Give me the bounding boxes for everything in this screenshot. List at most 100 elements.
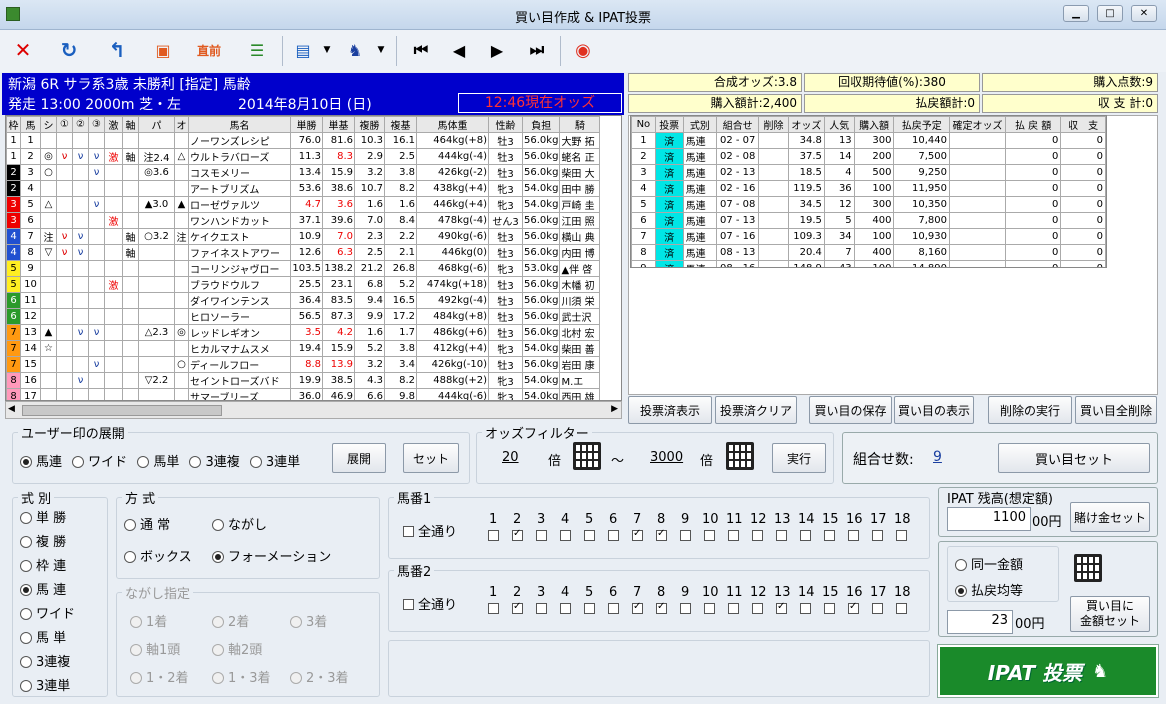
amount-input[interactable]: 23 [947,610,1013,634]
number-checkbox[interactable] [632,528,643,541]
horse-row[interactable]: 5 10 激 ブラウドウルフ 25.5 23.1 6.8 5.2 474kg(+18) 牡3 56.… [6,276,601,293]
horse-col-header[interactable]: オ [174,116,189,133]
horse-col-header[interactable]: 激 [104,116,123,133]
horse-row[interactable]: 6 12 ヒロソーラー 56.5 87.3 9.9 17.2 484kg(+8) 牡3 56.0k… [6,308,601,325]
run-filter-button[interactable]: 実行 [772,443,826,473]
houshiki-normal[interactable]: 通 常 [124,514,170,533]
screen-icon[interactable]: ▣ [146,33,180,67]
bet-col-header[interactable]: オッズ [787,116,825,133]
radio-sanrentan[interactable] [249,456,262,468]
direct-icon[interactable]: 直前 [192,33,226,67]
bet-col-header[interactable]: 投票 [654,116,684,133]
horse-col-header[interactable]: 単勝 [290,116,323,133]
calculator-icon-3[interactable] [1074,554,1102,582]
bet-col-header[interactable]: 組合せ [716,116,760,133]
number-checkbox[interactable] [536,603,547,614]
number-checkbox[interactable] [776,530,787,541]
number-checkbox[interactable] [872,603,883,614]
radio-sanrenpuku[interactable] [189,456,202,468]
number-checkbox[interactable] [824,530,835,541]
horse-table[interactable]: 枠馬シ ① ② ③ 激軸パオ馬名 単勝 単基 複勝 複基 馬体重 性齢 負担騎 1 1 ノーワンズレシピ 7… [5,115,622,401]
bet-row[interactable]: 3 済馬連 02 - 13 18.5 4 500 9,250 0 0 [631,164,1106,181]
calculator-icon[interactable] [573,442,601,470]
shiki-option[interactable]: 単 勝 [20,507,66,526]
shiki-option[interactable]: 複 勝 [20,531,66,550]
horse-col-header[interactable]: 枠 [6,116,21,133]
umaban2-all[interactable]: 全通り [403,594,457,613]
number-checkbox[interactable] [488,530,499,541]
horizontal-scrollbar[interactable]: ◀ ▶ [5,401,622,419]
horse-row[interactable]: 7 13 ▲ ν ν △2.3 ◎ レッドレギオン 3.5 4.2 1.6 1.7 486kg(+6) 牡… [6,324,601,341]
horse-col-header[interactable]: 軸 [122,116,139,133]
ipat-balance-input[interactable]: 1100 [947,507,1031,531]
prev-icon[interactable]: ◀ [442,33,476,67]
number-checkbox[interactable] [632,601,643,614]
number-checkbox[interactable] [728,530,739,541]
number-checkbox[interactable] [800,603,811,614]
bet-col-header[interactable]: 確定オッズ [948,116,1006,133]
umaban1-all[interactable]: 全通り [403,521,457,540]
odds-min-value[interactable]: 20 [502,450,519,465]
bet-col-header[interactable]: 収 支 [1060,116,1106,133]
horse-row[interactable]: 7 14 ☆ ヒカルマナムスメ 19.4 15.9 5.2 3.8 412kg(+4) 牝3 54.… [6,340,601,357]
close-window-button[interactable]: ✕ [1131,5,1157,22]
horse-col-header[interactable]: 負担 [522,116,561,133]
number-checkbox[interactable] [608,530,619,541]
bet-table[interactable]: No 投票 式別 組合せ 削除 オッズ 人気 購入額 払戻予定 確定オッズ払 戻 額収 支 1済馬… [630,115,1107,268]
horse-col-header[interactable]: 性齢 [488,116,524,133]
shiki-option[interactable]: 枠 連 [20,555,66,574]
horse-col-header[interactable]: 単基 [322,116,355,133]
first-icon[interactable]: ⏮ [404,33,438,67]
number-checkbox[interactable] [752,603,763,614]
houshiki-box[interactable]: ボックス [124,546,192,565]
horse-col-header[interactable]: 馬体重 [415,116,490,133]
ipat-logo-icon[interactable]: ◉ [566,33,600,67]
show-bets-button[interactable]: 買い目の表示 [894,396,974,424]
number-checkbox[interactable] [488,603,499,614]
horse-row[interactable]: 4 7 注 ν ν 軸 ○3.2 注ケイクエスト 10.9 7.0 2.3 2.2 490kg(-6) 牡… [6,228,601,245]
number-checkbox[interactable] [776,601,787,614]
number-checkbox[interactable] [824,603,835,614]
horse-col-header[interactable]: 複勝 [354,116,385,133]
bet-col-header[interactable]: No [631,116,656,133]
ipat-vote-button[interactable]: IPAT 投票 ♞ [937,644,1159,698]
number-checkbox[interactable] [584,603,595,614]
number-checkbox[interactable] [560,603,571,614]
bet-col-header[interactable]: 人気 [823,116,855,133]
odds-max-value[interactable]: 3000 [650,450,683,465]
shiki-option[interactable]: 馬 単 [20,627,66,646]
equal-payout-option[interactable]: 払戻均等 [955,580,1023,599]
number-checkbox[interactable] [608,603,619,614]
horse-col-header[interactable]: 馬 [20,116,41,133]
horse-row[interactable]: 8 17 サマーブリーズ 36.0 46.9 6.6 9.8 444kg(-6) 牝3 54.0k… [6,388,601,400]
horse-col-header[interactable]: パ [138,116,175,133]
set-button[interactable]: セット [403,443,459,473]
horse-col-header[interactable]: ③ [88,116,105,133]
number-checkbox[interactable] [752,530,763,541]
delete-all-button[interactable]: 買い目全削除 [1075,396,1157,424]
document-icon[interactable]: ▤ [286,33,320,67]
shiki-option[interactable]: 3連単 [20,675,70,694]
voted-show-button[interactable]: 投票済表示 [628,396,712,424]
number-checkbox[interactable] [656,528,667,541]
bet-row[interactable]: 7 済馬連 07 - 16 109.3 34 100 10,930 0 0 [631,228,1106,245]
horse-row[interactable]: 3 6 激 ワンハンドカット 37.1 39.6 7.0 8.4 478kg(-4) せん3 56.… [6,212,601,229]
refresh-icon[interactable]: ↻ [52,33,86,67]
horse-col-header[interactable]: 複基 [384,116,417,133]
bet-col-header[interactable]: 払戻予定 [893,116,950,133]
expand-button[interactable]: 展開 [332,443,386,473]
bet-set-button[interactable]: 買い目セット [998,443,1150,473]
horse-col-header[interactable]: 馬名 [188,116,291,133]
shiki-option[interactable]: 馬 連 [20,579,66,598]
dropdown-arrow-icon[interactable]: ▼ [320,33,334,67]
horse-col-header[interactable]: シ [40,116,57,133]
number-checkbox[interactable] [896,530,907,541]
number-checkbox[interactable] [512,601,523,614]
bet-col-header[interactable]: 購入額 [853,116,895,133]
horse-col-header[interactable]: 騎 [559,116,601,133]
bet-row[interactable]: 2 済馬連 02 - 08 37.5 14 200 7,500 0 0 [631,148,1106,165]
stake-set-button[interactable]: 賭け金セット [1070,502,1150,532]
bet-row[interactable]: 9済馬連08 - 16 148.94310014,890 00 [631,260,1106,267]
number-checkbox[interactable] [536,530,547,541]
horse-row[interactable]: 4 8 ▽ ν ν 軸ファイネストアワー 12.6 6.3 2.5 2.1 446kg(0) 牡3 56… [6,244,601,261]
